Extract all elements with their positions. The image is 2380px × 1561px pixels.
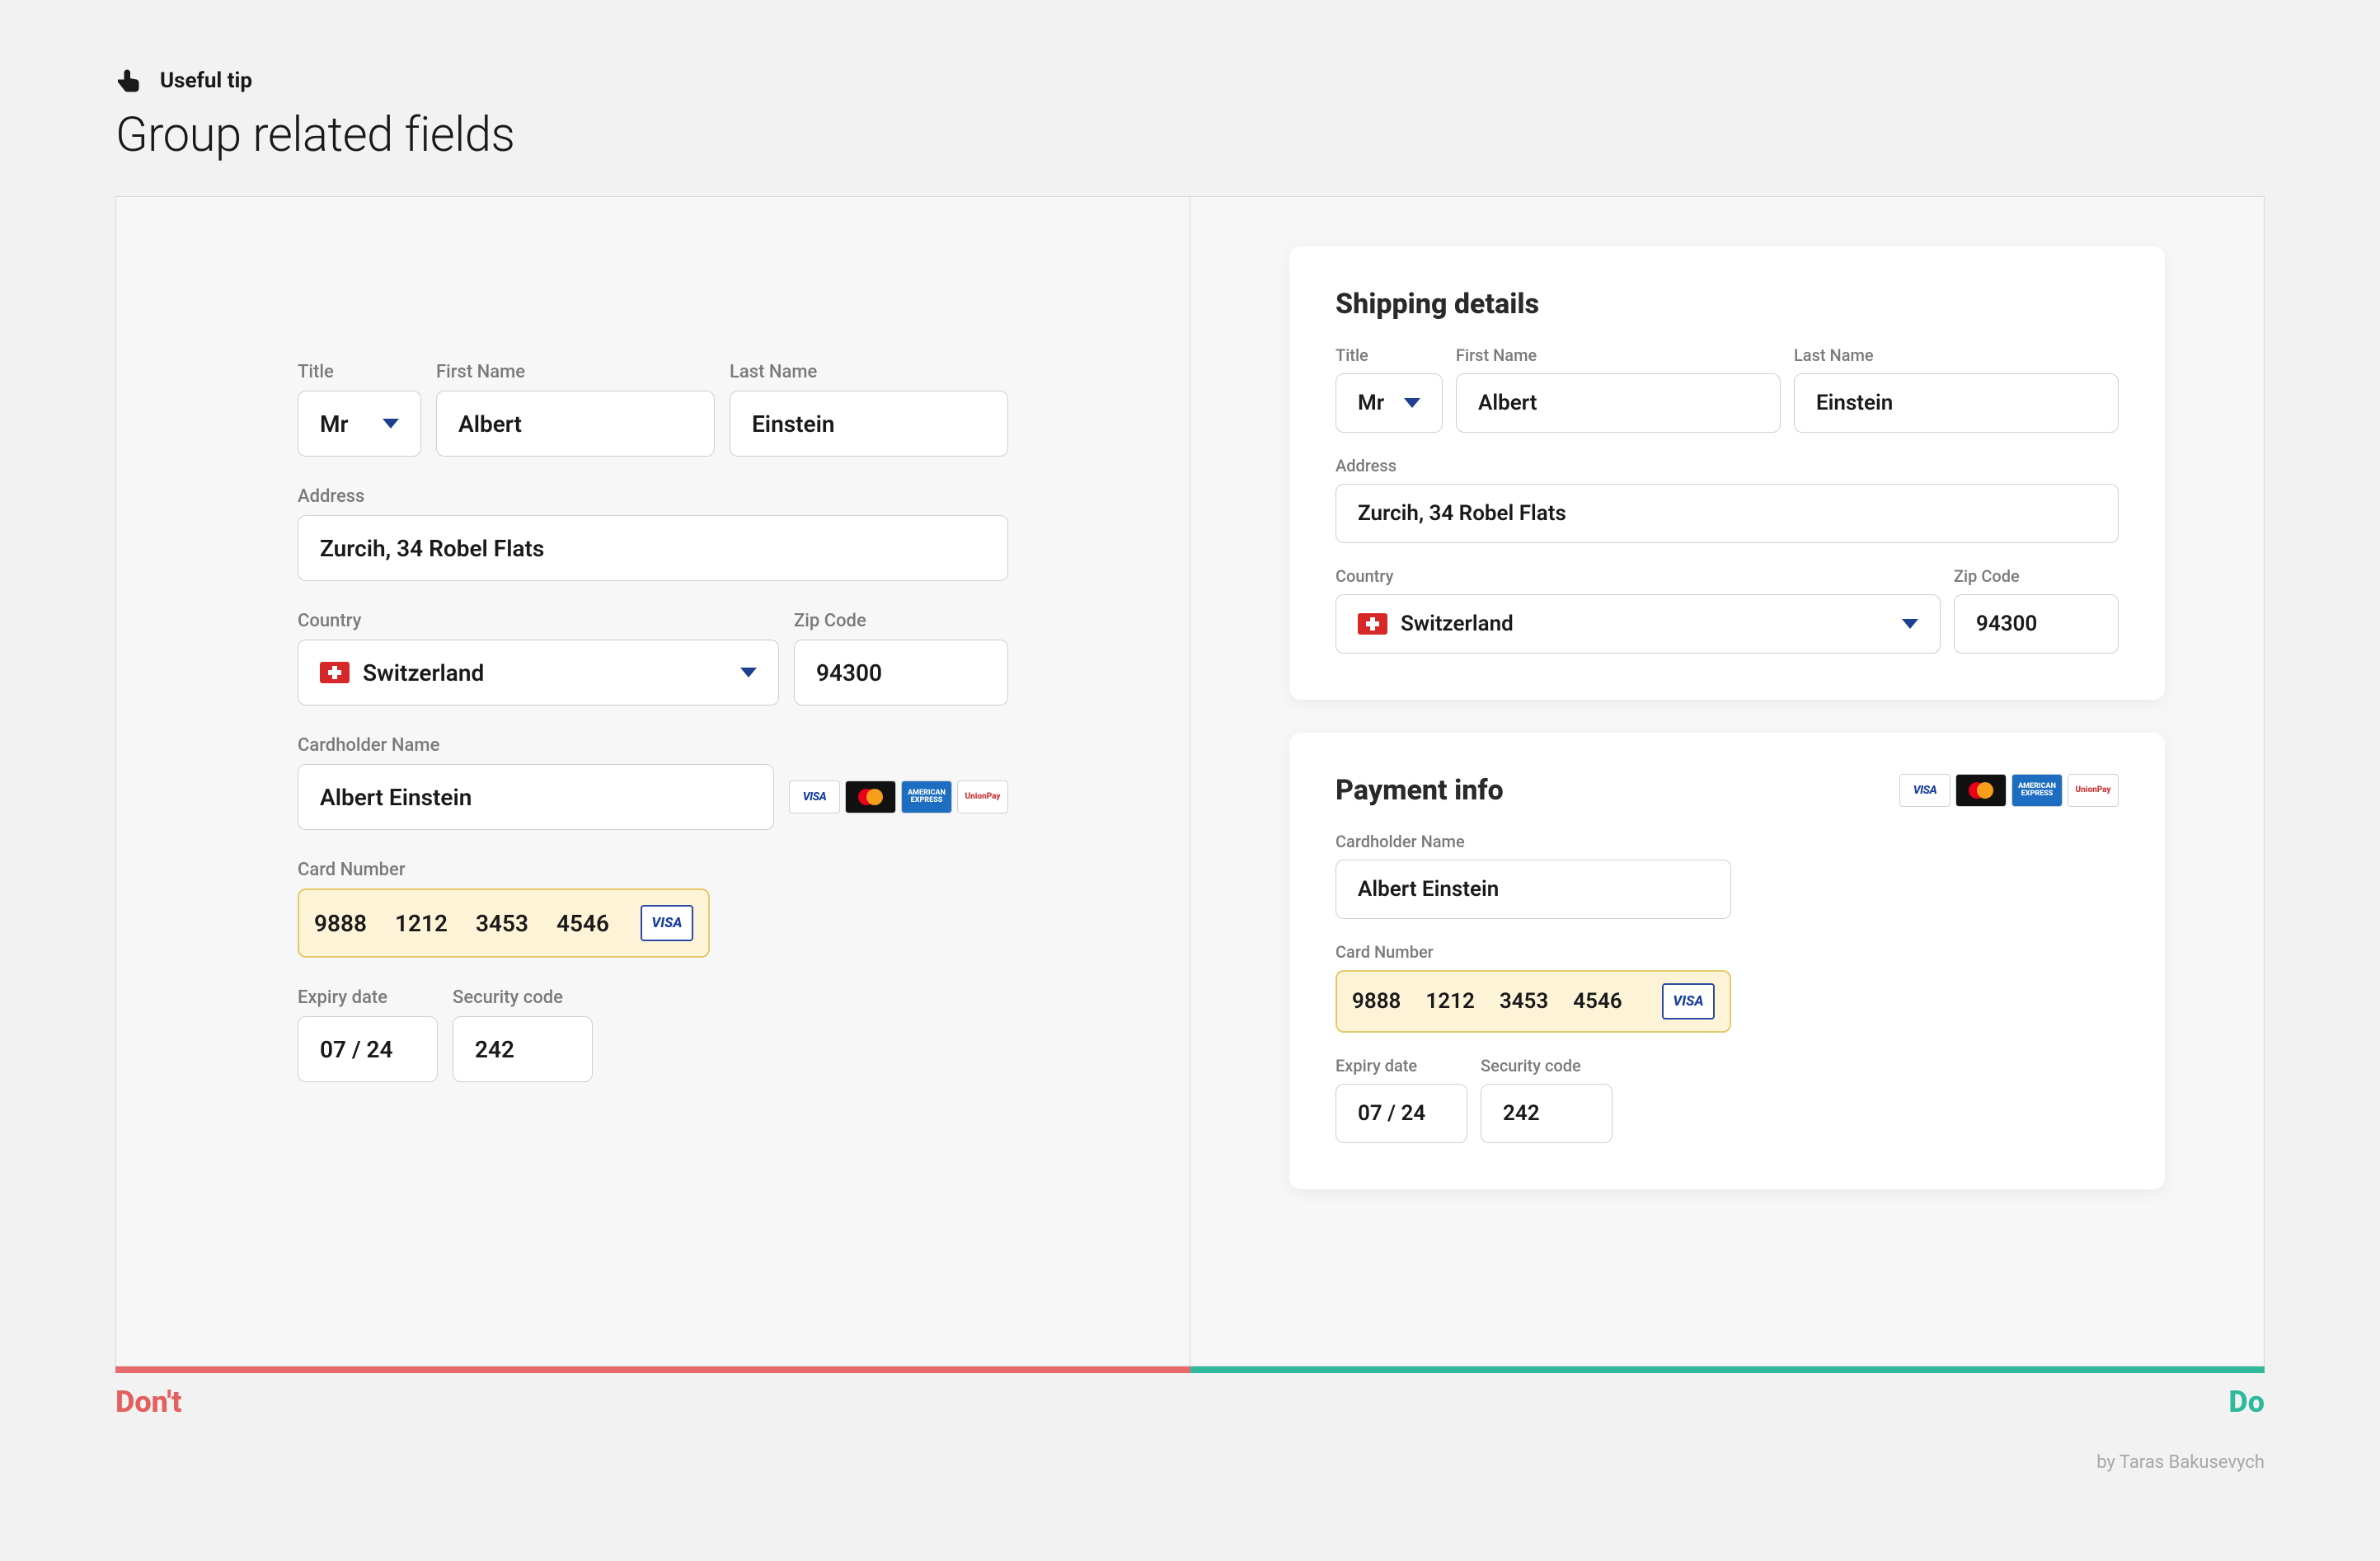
title-value: Mr: [320, 410, 349, 438]
pane-dont: Title Mr First Name Albert Last Name Ein…: [116, 197, 1190, 1366]
zip-input[interactable]: 94300: [794, 640, 1008, 705]
comparison-bars: [115, 1366, 2265, 1373]
country-select[interactable]: Switzerland: [1336, 594, 1941, 654]
page-title: Group related fields: [115, 107, 2265, 163]
label-last-name: Last Name: [730, 362, 1008, 382]
label-cardholder: Cardholder Name: [1336, 832, 1731, 851]
bar-do: [1190, 1366, 2265, 1373]
shipping-panel-title: Shipping details: [1336, 288, 2119, 321]
first-name-input[interactable]: Albert: [436, 391, 715, 457]
label-dont: Don't: [115, 1385, 1190, 1419]
visa-chip-icon: VISA: [641, 905, 693, 941]
label-security: Security code: [453, 987, 593, 1008]
amex-logo-icon: AMERICAN EXPRESS: [901, 780, 952, 813]
label-cardnum: Card Number: [1336, 942, 1731, 962]
visa-chip-icon: VISA: [1662, 983, 1715, 1020]
payment-panel: Payment info VISA AMERICAN EXPRESS Union…: [1289, 733, 2165, 1189]
chevron-down-icon: [1902, 619, 1918, 629]
label-first-name: First Name: [436, 362, 715, 382]
chevron-down-icon: [1404, 398, 1420, 408]
label-expiry: Expiry date: [298, 987, 438, 1008]
chevron-down-icon: [383, 419, 399, 429]
expiry-input[interactable]: 07 / 24: [1336, 1084, 1467, 1143]
country-select[interactable]: Switzerland: [298, 640, 779, 705]
cardholder-input[interactable]: Albert Einstein: [298, 764, 774, 830]
last-name-input[interactable]: Einstein: [1794, 373, 2119, 433]
security-input[interactable]: 242: [1481, 1084, 1612, 1143]
chevron-down-icon: [740, 668, 757, 677]
label-do: Do: [1190, 1385, 2265, 1419]
first-name-input[interactable]: Albert: [1456, 373, 1781, 433]
unionpay-logo-icon: UnionPay: [957, 780, 1008, 813]
shipping-panel: Shipping details Title Mr First Name Alb…: [1289, 246, 2165, 700]
mastercard-logo-icon: [845, 780, 896, 813]
flag-ch-icon: [320, 662, 350, 683]
tip-row: Useful tip: [115, 66, 2265, 96]
label-country: Country: [298, 611, 779, 631]
label-address: Address: [1336, 456, 2119, 476]
card-number-input[interactable]: 9888 1212 3453 4546 VISA: [1336, 970, 1731, 1033]
title-select[interactable]: Mr: [1336, 373, 1443, 433]
credit-line: by Taras Bakusevych: [115, 1452, 2265, 1473]
pointing-hand-icon: [115, 66, 145, 96]
last-name-input[interactable]: Einstein: [730, 391, 1008, 457]
zip-input[interactable]: 94300: [1954, 594, 2119, 654]
expiry-input[interactable]: 07 / 24: [298, 1016, 438, 1082]
visa-logo-icon: VISA: [1899, 774, 1950, 807]
label-address: Address: [298, 486, 1008, 507]
mastercard-logo-icon: [1955, 774, 2007, 807]
visa-logo-icon: VISA: [789, 780, 840, 813]
form-do: Shipping details Title Mr First Name Alb…: [1190, 197, 2264, 1189]
address-input[interactable]: Zurcih, 34 Robel Flats: [298, 515, 1008, 581]
label-zip: Zip Code: [794, 611, 1008, 631]
comparison-labels: Don't Do: [115, 1385, 2265, 1419]
card-number-input[interactable]: 9888 1212 3453 4546 VISA: [298, 888, 710, 958]
bar-dont: [115, 1366, 1190, 1373]
label-last-name: Last Name: [1794, 345, 2119, 365]
card-logos: VISA AMERICAN EXPRESS UnionPay: [1899, 774, 2119, 807]
unionpay-logo-icon: UnionPay: [2068, 774, 2119, 807]
card-logos: VISA AMERICAN EXPRESS UnionPay: [789, 780, 1008, 830]
label-first-name: First Name: [1456, 345, 1781, 365]
cardholder-input[interactable]: Albert Einstein: [1336, 860, 1731, 919]
label-expiry: Expiry date: [1336, 1056, 1467, 1076]
amex-logo-icon: AMERICAN EXPRESS: [2011, 774, 2063, 807]
title-select[interactable]: Mr: [298, 391, 421, 457]
label-country: Country: [1336, 566, 1941, 586]
label-cardholder: Cardholder Name: [298, 735, 774, 756]
address-input[interactable]: Zurcih, 34 Robel Flats: [1336, 484, 2119, 543]
pane-do: Shipping details Title Mr First Name Alb…: [1190, 197, 2264, 1366]
label-title: Title: [298, 362, 421, 382]
payment-panel-title: Payment info: [1336, 774, 1504, 807]
label-cardnum: Card Number: [298, 860, 710, 880]
security-input[interactable]: 242: [453, 1016, 593, 1082]
header: Useful tip Group related fields: [115, 66, 2265, 163]
label-zip: Zip Code: [1954, 566, 2119, 586]
tip-label: Useful tip: [160, 68, 252, 93]
form-dont: Title Mr First Name Albert Last Name Ein…: [116, 197, 1190, 1082]
flag-ch-icon: [1358, 613, 1387, 635]
comparison-box: Title Mr First Name Albert Last Name Ein…: [115, 196, 2265, 1366]
label-title: Title: [1336, 345, 1443, 365]
label-security: Security code: [1481, 1056, 1612, 1076]
